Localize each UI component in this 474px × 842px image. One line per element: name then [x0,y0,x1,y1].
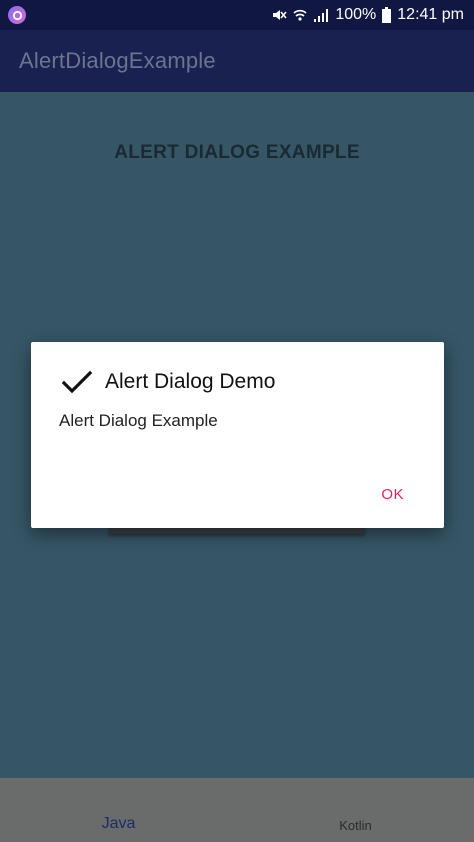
clock: 12:41 pm [397,6,464,23]
dialog-title: Alert Dialog Demo [105,370,276,393]
dialog-message: Alert Dialog Example [59,411,218,430]
app-title: AlertDialogExample [19,48,216,73]
app-badge-icon [8,6,26,24]
tab-kotlin[interactable]: Kotlin [237,778,474,842]
mute-icon [271,7,287,23]
tab-java-label: Java [101,815,136,832]
page-heading: ALERT DIALOG EXAMPLE [114,142,360,163]
status-bar: 100% 12:41 pm [0,0,474,30]
dialog-header: Alert Dialog Demo [61,366,275,398]
battery-percent: 100% [335,6,377,23]
tab-java[interactable]: Java [0,778,237,842]
check-icon [61,366,93,398]
battery-icon [382,7,392,23]
alert-dialog: Alert Dialog Demo Alert Dialog Example O… [31,342,444,528]
status-right: 100% 12:41 pm [271,6,464,24]
bottom-nav: Java Kotlin [0,778,474,842]
signal-icon [313,8,329,23]
status-left [8,6,26,24]
tab-kotlin-label: Kotlin [339,818,372,833]
app-bar: AlertDialogExample [0,30,474,92]
ok-button[interactable]: OK [381,486,404,503]
wifi-icon [293,7,307,23]
